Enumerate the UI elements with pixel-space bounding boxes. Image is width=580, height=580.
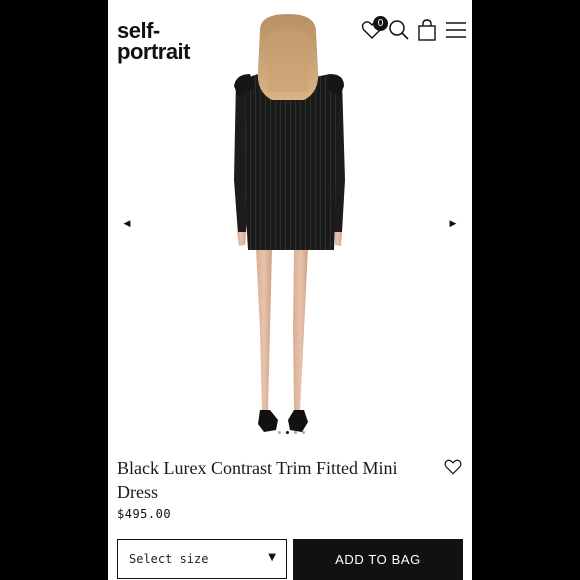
gallery-dot[interactable] <box>302 431 305 434</box>
logo-line-1: self- <box>117 18 160 43</box>
model-photo <box>234 14 345 432</box>
search-icon <box>389 20 409 40</box>
chevron-down-icon: ▼ <box>268 552 276 563</box>
menu-icon <box>446 22 466 38</box>
gallery-dot[interactable] <box>294 431 297 434</box>
logo-line-2: portrait <box>117 39 191 64</box>
header-icons: 0 <box>358 16 470 46</box>
product-title: Black Lurex Contrast Trim Fitted Mini Dr… <box>117 458 398 502</box>
product-wishlist-button[interactable] <box>443 457 463 477</box>
product-page: self- portrait 0 ◀ ▶ Black Lurex Contras… <box>108 0 472 580</box>
gallery-prev-arrow-icon[interactable]: ◀ <box>119 216 135 232</box>
gallery-dot[interactable] <box>278 431 281 434</box>
size-select[interactable]: Select size ▼ <box>117 539 287 579</box>
gallery-pagination <box>108 431 472 437</box>
brand-logo[interactable]: self- portrait <box>117 18 191 64</box>
gallery-dot[interactable] <box>286 431 289 434</box>
size-select-label: Select size <box>129 552 209 566</box>
heart-icon <box>444 459 462 475</box>
shopping-bag-icon <box>418 19 436 41</box>
product-image[interactable] <box>108 0 472 440</box>
product-price: $495.00 <box>117 507 172 521</box>
wishlist-count-badge: 0 <box>373 16 388 31</box>
bag-button[interactable] <box>415 18 441 44</box>
menu-button[interactable] <box>444 18 470 44</box>
add-to-bag-button[interactable]: ADD TO BAG <box>293 539 463 580</box>
search-button[interactable] <box>387 18 413 44</box>
wishlist-button[interactable]: 0 <box>360 16 388 44</box>
gallery-next-arrow-icon[interactable]: ▶ <box>445 216 461 232</box>
